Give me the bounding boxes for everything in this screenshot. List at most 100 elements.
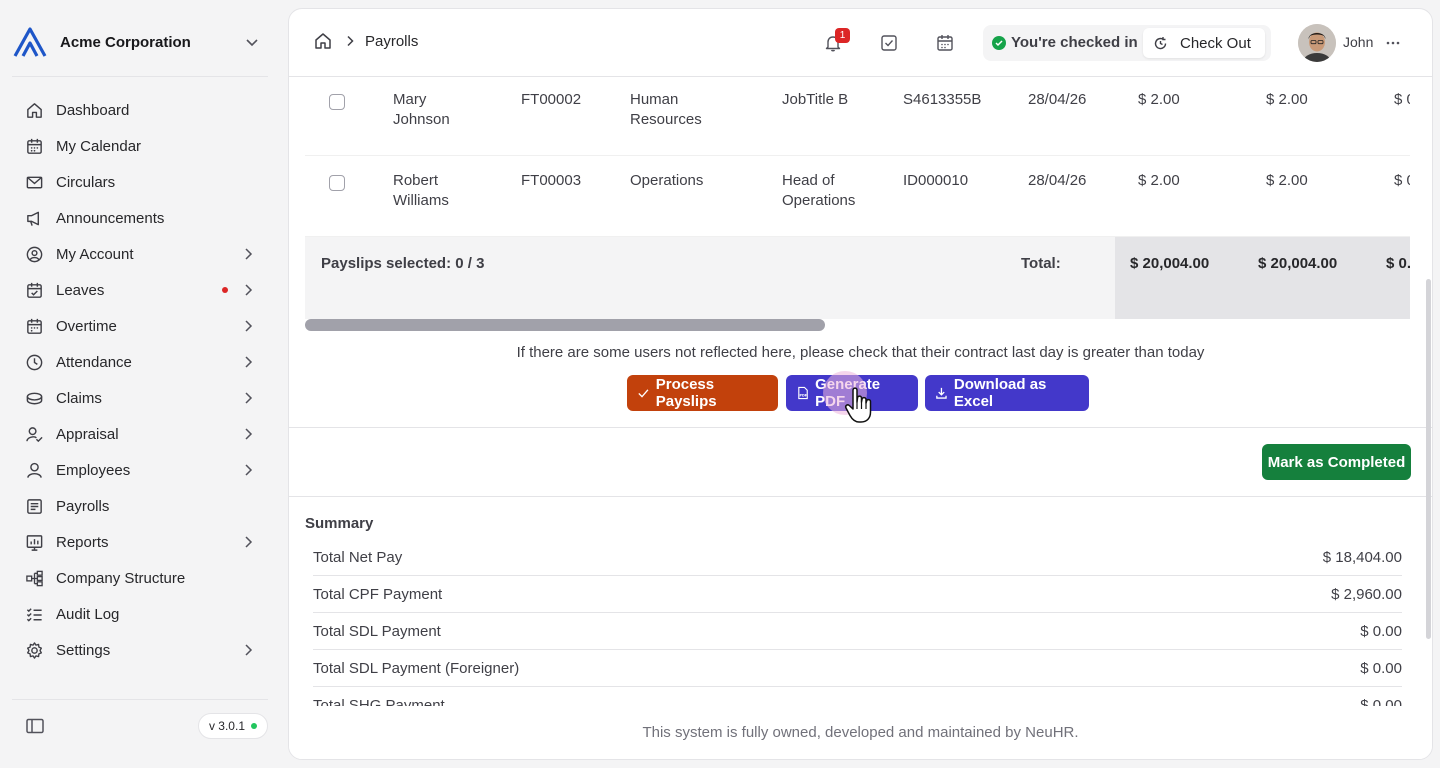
sidebar-item-label: Overtime [56,317,117,335]
sidebar-item-label: Appraisal [56,425,119,443]
version-label: v 3.0.1 [208,719,245,733]
more-horizontal-icon[interactable] [1383,33,1403,53]
sidebar-item-audit-log[interactable]: Audit Log [12,596,268,632]
table-row: Mary Johnson FT00002 Human Resources JobTi… [305,78,1410,156]
sidebar-item-settings[interactable]: Settings [12,632,268,668]
sidebar-item-payrolls[interactable]: Payrolls [12,488,268,524]
breadcrumb-current[interactable]: Payrolls [365,33,418,50]
sidebar-nav: Dashboard My Calendar Circulars Announce… [12,92,268,668]
check-icon [638,389,649,398]
info-note: If there are some users not reflected he… [516,344,1205,361]
row-checkbox[interactable] [329,175,345,191]
sidebar-item-label: Company Structure [56,569,186,587]
chevron-right-icon [245,392,253,404]
receipt-icon [24,496,44,516]
department: Operations [630,172,704,189]
job-title: Head of Operations [782,172,856,209]
summary-label: Total SDL Payment (Foreigner) [313,660,520,677]
button-label: Process Payslips [655,376,717,410]
id-number: S4613355B [903,91,982,108]
sidebar-footer: v 3.0.1 [12,708,268,744]
home-icon[interactable] [313,31,333,51]
summary-row: Total SHG Payment $ 0.00 [313,687,1402,706]
sidebar-item-my-calendar[interactable]: My Calendar [12,128,268,164]
calendar-icon [24,136,44,156]
summary-row: Total SDL Payment $ 0.00 [313,613,1402,650]
section-divider [289,496,1432,497]
list-check-icon [24,604,44,624]
download-excel-button[interactable]: Download as Excel [925,375,1089,411]
sidebar-divider [12,76,268,77]
check-out-label: Check Out [1180,34,1251,52]
sidebar-item-employees[interactable]: Employees [12,452,268,488]
process-payslips-button[interactable]: Process Payslips [627,375,778,411]
amount: $ 2.00 [1266,172,1308,189]
org-switcher[interactable]: Acme Corporation [12,24,268,60]
sidebar-item-claims[interactable]: Claims [12,380,268,416]
vertical-scrollbar[interactable] [1426,279,1431,639]
coins-icon [24,388,44,408]
employee-id: FT00002 [521,91,582,108]
sidebar-item-attendance[interactable]: Attendance [12,344,268,380]
summary-label: Total SDL Payment [313,623,441,640]
total-label: Total: [1021,255,1061,272]
chevron-right-icon [245,536,253,548]
chevron-right-icon [245,320,253,332]
sidebar-item-appraisal[interactable]: Appraisal [12,416,268,452]
org-name: Acme Corporation [60,33,191,51]
amount: $ 0 [1394,91,1410,108]
calendar-icon[interactable] [935,33,955,53]
check-out-button[interactable]: Check Out [1143,28,1265,58]
breadcrumb: Payrolls [313,31,418,51]
hierarchy-icon [24,568,44,588]
horizontal-scrollbar[interactable] [305,319,825,331]
date: 28/04/26 [1028,172,1087,189]
sidebar-item-dashboard[interactable]: Dashboard [12,92,268,128]
sidebar-item-label: Attendance [56,353,132,371]
summary-label: Total CPF Payment [313,586,443,603]
chevron-right-icon [245,428,253,440]
amount: $ 2.00 [1138,172,1180,189]
total-value: $ 0.0 [1386,255,1410,272]
sidebar-item-overtime[interactable]: Overtime [12,308,268,344]
checkbox-icon[interactable] [879,33,899,53]
chevron-right-icon [245,284,253,296]
sidebar-item-circulars[interactable]: Circulars [12,164,268,200]
summary-value: $ 18,404.00 [1322,549,1402,566]
employee-name: Mary Johnson [393,91,450,128]
summary-label: Total Net Pay [313,549,403,566]
sidebar-item-label: Reports [56,533,109,551]
section-divider [289,427,1432,428]
chevron-right-icon [347,35,354,47]
chevron-down-icon[interactable] [242,32,262,52]
company-logo-icon [13,27,47,57]
sidebar-item-announcements[interactable]: Announcements [12,200,268,236]
row-checkbox[interactable] [329,94,345,110]
notification-dot [222,287,228,293]
chart-icon [24,532,44,552]
sidebar-item-label: Audit Log [56,605,120,623]
summary-label: Total SHG Payment [313,697,445,706]
sidebar-item-reports[interactable]: Reports [12,524,268,560]
summary-value: $ 0.00 [1360,623,1402,640]
total-value: $ 20,004.00 [1258,255,1338,272]
main-panel: Payrolls 1 You're checked in Check Out J… [288,8,1433,760]
sidebar-toggle-icon[interactable] [24,715,46,737]
megaphone-icon [24,208,44,228]
download-icon [936,387,947,399]
sidebar-item-leaves[interactable]: Leaves [12,272,268,308]
mark-completed-button[interactable]: Mark as Completed [1262,444,1411,480]
user-check-icon [24,424,44,444]
job-title: JobTitle B [782,91,849,108]
mail-icon [24,172,44,192]
sidebar-item-label: Dashboard [56,101,130,119]
check-circle-icon [992,36,1006,50]
sidebar-item-my-account[interactable]: My Account [12,236,268,272]
chevron-right-icon [245,356,253,368]
version-badge: v 3.0.1 [197,713,268,739]
user-name[interactable]: John [1343,34,1373,50]
sidebar: Acme Corporation Dashboard My Calendar C… [0,0,280,768]
avatar[interactable] [1298,24,1336,62]
sidebar-item-company-structure[interactable]: Company Structure [12,560,268,596]
summary-row: Total CPF Payment $ 2,960.00 [313,576,1402,613]
